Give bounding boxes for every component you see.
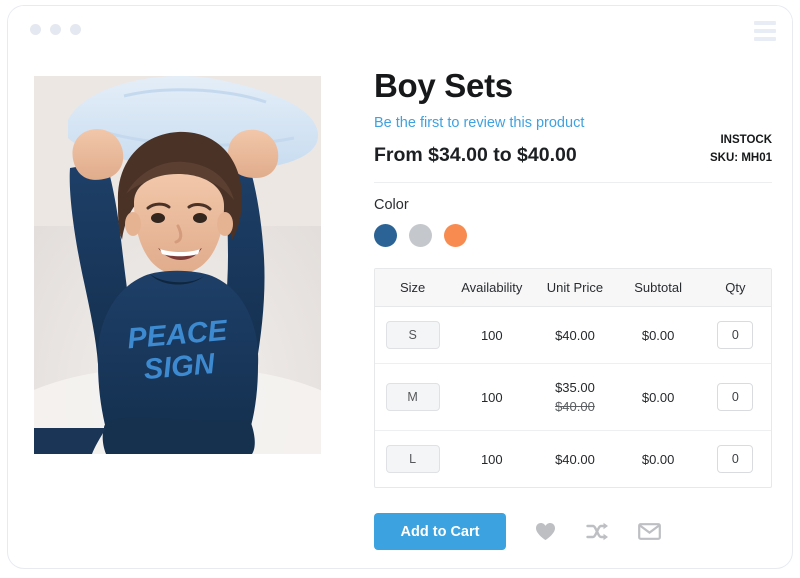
column-header-size: Size — [375, 269, 451, 307]
column-header-unit-price: Unit Price — [533, 269, 617, 307]
cell-size: L — [375, 431, 450, 488]
cell-subtotal: $0.00 — [616, 363, 700, 431]
hamburger-bar-1 — [754, 21, 776, 25]
hamburger-menu-icon[interactable] — [754, 21, 776, 41]
cell-unit-price: $40.00 — [555, 451, 595, 467]
svg-text:SIGN: SIGN — [143, 348, 217, 386]
price-row: From $34.00 to $40.00 INSTOCK SKU: MH01 — [374, 134, 772, 176]
window-dot-close[interactable] — [30, 24, 41, 35]
qty-input-l[interactable]: 0 — [717, 445, 754, 473]
window-dot-maximize[interactable] — [70, 24, 81, 35]
browser-titlebar — [8, 6, 792, 48]
status-badge: INSTOCK — [720, 134, 772, 146]
review-product-link[interactable]: Be the first to review this product — [374, 115, 584, 131]
cell-unit-price: $35.00 $40.00 — [533, 363, 617, 431]
browser-window: PEACE SIGN Boy Sets Be the first to revi… — [8, 6, 792, 568]
old-price: $40.00 — [555, 399, 595, 414]
cell-unit-price: $40.00 — [533, 306, 617, 364]
grouped-product-table: Size Availability Unit Price Subtotal Qt… — [374, 268, 772, 488]
cell-qty: 0 — [700, 431, 771, 488]
price-range: From $34.00 to $40.00 — [374, 144, 577, 166]
special-price: $35.00 — [555, 380, 595, 395]
table-header-row: Size Availability Unit Price Subtotal Qt… — [375, 269, 771, 307]
page-title: Boy Sets — [374, 67, 513, 104]
cell-subtotal: $0.00 — [641, 451, 675, 467]
stock-and-sku: INSTOCK SKU: MH01 — [710, 131, 772, 167]
color-option-label: Color — [374, 197, 409, 213]
cell-size: S — [375, 306, 451, 364]
cell-availability: 100 — [450, 363, 534, 431]
section-divider — [374, 182, 772, 183]
size-chip-l[interactable]: L — [385, 445, 440, 473]
sku-label: SKU: MH01 — [710, 152, 772, 164]
envelope-icon[interactable] — [636, 519, 662, 545]
column-header-availability: Availability — [450, 269, 534, 307]
swatch-orange[interactable] — [444, 224, 467, 247]
product-actions: Add to Cart — [374, 513, 772, 550]
size-chip-m[interactable]: M — [385, 383, 440, 411]
cell-qty: 0 — [699, 306, 771, 364]
column-header-qty: Qty — [699, 269, 771, 307]
column-header-subtotal: Subtotal — [616, 269, 700, 307]
table-row: M 100 $35.00 $40.00 $0.00 0 — [375, 363, 771, 431]
swatch-navy[interactable] — [374, 224, 397, 247]
shuffle-compare-icon[interactable] — [584, 519, 610, 545]
qty-input-m[interactable]: 0 — [717, 383, 754, 411]
color-swatch-group — [374, 224, 772, 247]
cell-subtotal: $0.00 — [616, 306, 700, 364]
product-image[interactable]: PEACE SIGN — [34, 76, 321, 454]
table-row: S 100 $40.00 $0.00 0 — [375, 306, 771, 364]
swatch-gray[interactable] — [409, 224, 432, 247]
cell-qty: 0 — [699, 363, 771, 431]
window-controls — [30, 24, 81, 35]
add-to-cart-button[interactable]: Add to Cart — [374, 513, 506, 550]
table-row: L 100 $40.00 $0.00 0 — [375, 431, 771, 488]
window-dot-minimize[interactable] — [50, 24, 61, 35]
hamburger-bar-3 — [754, 37, 776, 41]
heart-icon[interactable] — [532, 519, 558, 545]
qty-input-s[interactable]: 0 — [717, 321, 754, 349]
hamburger-bar-2 — [754, 29, 776, 33]
cell-size: M — [375, 363, 451, 431]
cell-availability: 100 — [480, 451, 503, 467]
size-chip-s[interactable]: S — [385, 321, 440, 349]
cell-availability: 100 — [450, 306, 534, 364]
product-info: Boy Sets Be the first to review this pro… — [374, 66, 772, 550]
